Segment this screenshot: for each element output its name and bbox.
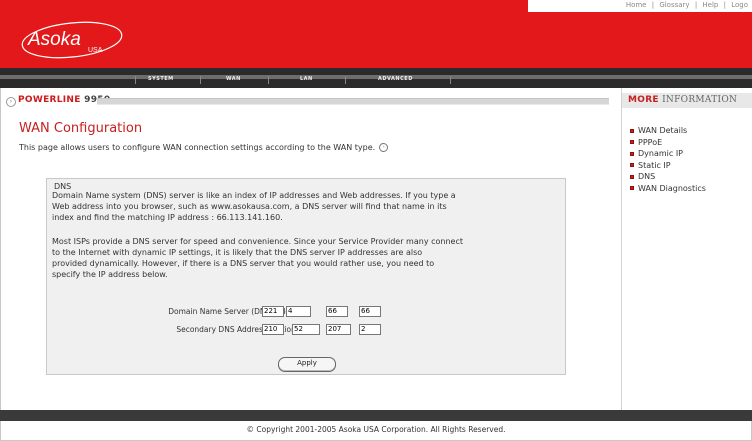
info-link-dns[interactable]: DNS [630,171,706,183]
footer-bar [0,410,752,421]
more-info-header: MORE INFORMATION [622,93,752,108]
separator: | [723,1,726,9]
secondary-dns-octet-4[interactable] [359,324,381,335]
dns-para-1-line-3: index and find the matching IP address :… [52,213,283,222]
title-rule [97,98,609,105]
page-description: This page allows users to configure WAN … [19,143,389,152]
info-link-wan-details[interactable]: WAN Details [630,125,706,137]
nav-lan[interactable]: LAN [300,76,313,82]
nav-separator [268,76,269,84]
nav-separator [200,76,201,84]
logout-link[interactable]: Logo [731,1,748,9]
more-info-title: MORE INFORMATION [628,95,738,105]
nav-advanced[interactable]: ADVANCED [378,76,413,82]
bullet-icon [630,174,634,179]
more-information-panel: MORE INFORMATION WAN Details PPPoE Dynam… [621,88,752,410]
info-link-pppoe[interactable]: PPPoE [630,137,706,149]
primary-dns-octet-2[interactable] [286,306,311,317]
separator: | [694,1,698,9]
apply-button[interactable]: Apply [278,357,336,372]
primary-dns-octet-3[interactable] [326,306,348,317]
home-link[interactable]: Home [626,1,647,9]
dns-para-2-line-3: provided dynamically. However, if there … [52,259,435,268]
bullet-icon [630,186,634,191]
svg-text:Asoka: Asoka [27,29,81,50]
help-icon[interactable]: › [379,143,389,152]
top-links: Home | Glossary | Help | Logo [528,0,752,12]
svg-text:USA: USA [88,47,103,54]
dns-para-2-line-4: specify the IP address below. [52,270,168,279]
dns-para-1-line-2: Web address into you browser, such as ww… [52,202,447,211]
page-title: WAN Configuration [19,121,143,136]
nav-separator [135,76,136,84]
nav-separator [450,76,451,84]
secondary-dns-octet-3[interactable] [326,324,351,335]
asoka-logo: Asoka USA [21,21,123,59]
help-link[interactable]: Help [702,1,718,9]
nav-wan[interactable]: WAN [226,76,241,82]
info-link-static-ip[interactable]: Static IP [630,160,706,172]
copyright-text: © Copyright 2001-2005 Asoka USA Corporat… [246,425,506,434]
dns-para-1-line-1: Domain Name system (DNS) server is like … [52,191,456,200]
info-link-wan-diagnostics[interactable]: WAN Diagnostics [630,183,706,195]
secondary-dns-octet-1[interactable] [262,324,284,335]
secondary-dns-label: Secondary DNS Address (optional): [176,325,308,334]
bullet-icon [630,128,634,133]
primary-dns-octet-1[interactable] [262,306,284,317]
bullet-icon [630,163,634,168]
glossary-link[interactable]: Glossary [659,1,689,9]
info-link-dynamic-ip[interactable]: Dynamic IP [630,148,706,160]
nav-strip [0,75,752,79]
arrow-circle-icon: › [6,97,16,107]
primary-dns-octet-4[interactable] [359,306,381,317]
bullet-icon [630,151,634,156]
nav-separator [345,76,346,84]
more-info-list: WAN Details PPPoE Dynamic IP Static IP D… [630,125,706,194]
nav-system[interactable]: SYSTEM [148,76,174,82]
separator: | [651,1,655,9]
secondary-dns-octet-2[interactable] [292,324,320,335]
bullet-icon [630,140,634,145]
dns-para-2-line-2: to the Internet with dynamic IP settings… [52,248,423,257]
dns-para-2-line-1: Most ISPs provide a DNS server for speed… [52,237,463,246]
